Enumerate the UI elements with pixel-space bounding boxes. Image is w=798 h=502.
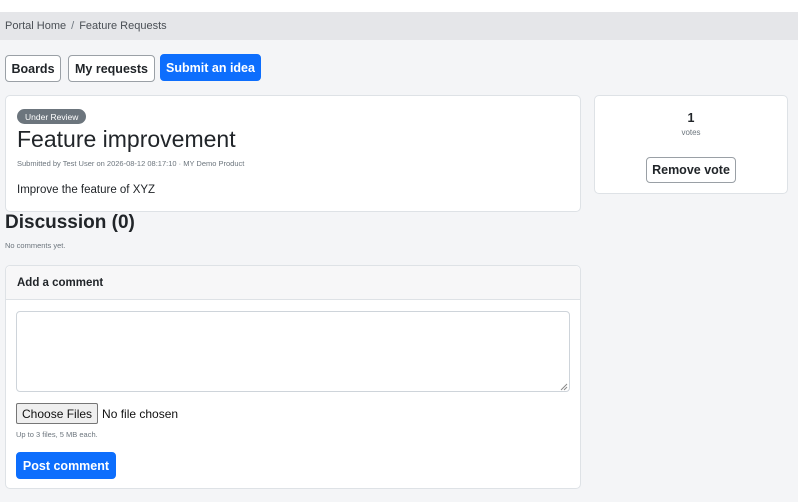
add-comment-header: Add a comment: [6, 266, 580, 300]
vote-card: 1 votes Remove vote: [594, 95, 788, 194]
breadcrumb-separator: /: [71, 20, 75, 32]
boards-button[interactable]: Boards: [5, 55, 61, 82]
my-requests-button[interactable]: My requests: [68, 55, 155, 82]
request-description: Improve the feature of XYZ: [17, 184, 156, 196]
add-comment-card: Add a comment Choose Files No file chose…: [5, 265, 581, 489]
file-hint: Up to 3 files, 5 MB each.: [16, 430, 98, 439]
vote-count: 1: [687, 111, 695, 125]
discussion-heading: Discussion (0): [5, 212, 135, 233]
status-badge: Under Review: [17, 109, 87, 124]
request-card: Under Review Feature improvement Submitt…: [5, 95, 581, 212]
post-comment-button[interactable]: Post comment: [16, 452, 116, 479]
file-status: No file chosen: [102, 406, 179, 421]
comment-textarea[interactable]: [16, 311, 570, 392]
submit-idea-button[interactable]: Submit an idea: [160, 54, 261, 81]
choose-files-button[interactable]: Choose Files: [16, 403, 99, 424]
breadcrumb-home-link[interactable]: Portal Home: [5, 20, 66, 32]
resize-grip-icon[interactable]: [560, 383, 568, 391]
no-comments-text: No comments yet.: [5, 241, 66, 250]
breadcrumb: Portal Home / Feature Requests: [0, 12, 798, 40]
remove-vote-button[interactable]: Remove vote: [646, 157, 736, 183]
request-meta: Submitted by Test User on 2026-08-12 08:…: [17, 159, 245, 168]
request-title: Feature improvement: [17, 126, 236, 152]
breadcrumb-current: Feature Requests: [79, 20, 167, 32]
top-band: [0, 0, 798, 12]
vote-label: votes: [681, 128, 701, 137]
file-input-row: Choose Files No file chosen: [16, 403, 178, 424]
